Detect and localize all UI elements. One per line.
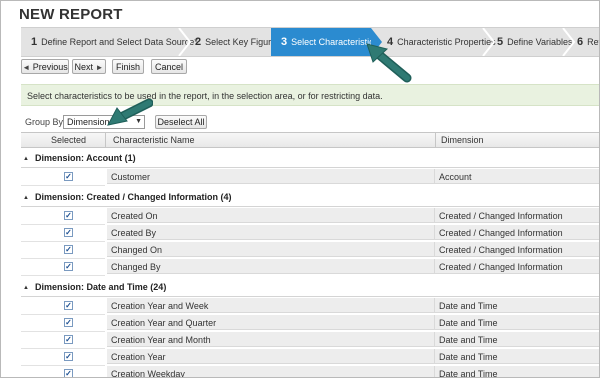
table-row[interactable]: ✓ Changed By Created / Changed Informati… — [21, 259, 599, 276]
characteristic-name: Created On — [107, 208, 435, 223]
wizard-step-number: 2 — [195, 36, 202, 48]
deselect-all-button[interactable]: Deselect All — [155, 115, 207, 129]
group-by-select[interactable]: Dimension ▼ — [63, 115, 145, 129]
select-cell: ✓ — [21, 169, 105, 186]
select-cell: ✓ — [21, 242, 105, 259]
arrow-left-icon: ◄ — [22, 63, 31, 72]
wizard-step-5[interactable]: 5 Define Variables — [487, 28, 573, 56]
group-header-created-changed[interactable]: ▲ Dimension: Created / Changed Informatio… — [21, 189, 599, 207]
characteristic-name: Created By — [107, 225, 435, 240]
table-row[interactable]: ✓ Creation Year Date and Time — [21, 349, 599, 366]
group-header-account[interactable]: ▲ Dimension: Account (1) — [21, 150, 599, 168]
group-header-date-time[interactable]: ▲ Dimension: Date and Time (24) — [21, 279, 599, 297]
column-header-name[interactable]: Characteristic Name — [113, 133, 195, 147]
wizard-step-label: Revi — [587, 37, 599, 47]
characteristic-name: Creation Year and Month — [107, 332, 435, 347]
wizard-step-number: 4 — [387, 36, 394, 48]
column-divider — [435, 133, 436, 147]
group-by-value: Dimension — [67, 117, 110, 127]
dimension-cell: Date and Time — [435, 332, 599, 347]
wizard-step-6[interactable]: 6Revi — [567, 28, 599, 56]
dimension-cell: Date and Time — [435, 315, 599, 330]
dimension-cell: Date and Time — [435, 298, 599, 313]
wizard-step-3-active[interactable]: 3 Select Characteristics — [271, 28, 378, 56]
dimension-cell: Created / Changed Information — [435, 259, 599, 274]
wizard-step-number: 1 — [31, 36, 38, 48]
dimension-cell: Account — [435, 169, 599, 184]
previous-button[interactable]: ◄ Previous — [21, 59, 69, 74]
row-checkbox[interactable]: ✓ — [64, 352, 73, 361]
info-message: Select characteristics to be used in the… — [21, 84, 599, 106]
wizard-step-number: 3 — [281, 36, 288, 48]
row-checkbox[interactable]: ✓ — [64, 245, 73, 254]
column-header-selected[interactable]: Selected — [51, 133, 86, 147]
select-cell: ✓ — [21, 208, 105, 225]
wizard-step-label: Define Report and Select Data Source* — [41, 37, 198, 47]
wizard-step-number: 6 — [577, 36, 584, 48]
row-checkbox[interactable]: ✓ — [64, 369, 73, 377]
table-row[interactable]: ✓ Changed On Created / Changed Informati… — [21, 242, 599, 259]
row-checkbox[interactable]: ✓ — [64, 228, 73, 237]
table-row[interactable]: ✓ Creation Year and Month Date and Time — [21, 332, 599, 349]
finish-button[interactable]: Finish — [112, 59, 144, 74]
wizard-step-1[interactable]: 1 Define Report and Select Data Source* — [21, 28, 198, 56]
table-row[interactable]: ✓ Created On Created / Changed Informati… — [21, 208, 599, 225]
characteristic-name: Creation Year — [107, 349, 435, 364]
wizard-step-number: 5 — [497, 36, 504, 48]
group-by-label: Group By — [25, 117, 64, 127]
row-checkbox[interactable]: ✓ — [64, 211, 73, 220]
group-by-bar: Group By Dimension ▼ Deselect All — [21, 114, 599, 132]
table-row[interactable]: ✓ Customer Account — [21, 169, 599, 186]
row-checkbox[interactable]: ✓ — [64, 262, 73, 271]
select-cell: ✓ — [21, 366, 105, 377]
select-cell: ✓ — [21, 315, 105, 332]
dimension-cell: Date and Time — [435, 349, 599, 364]
wizard-steps: 1 Define Report and Select Data Source* 2… — [21, 27, 599, 57]
column-divider — [105, 133, 106, 147]
collapse-triangle-icon[interactable]: ▲ — [23, 156, 29, 162]
row-checkbox[interactable]: ✓ — [64, 335, 73, 344]
table-header: Selected Characteristic Name Dimension — [21, 132, 599, 148]
report-wizard-window: NEW REPORT 1 Define Report and Select Dat… — [0, 0, 600, 378]
table-row[interactable]: ✓ Creation Year and Quarter Date and Tim… — [21, 315, 599, 332]
wizard-step-label: Select Characteristics — [291, 37, 379, 47]
select-cell: ✓ — [21, 225, 105, 242]
select-cell: ✓ — [21, 332, 105, 349]
dimension-cell: Created / Changed Information — [435, 208, 599, 223]
table-row[interactable]: ✓ Creation Year and Week Date and Time — [21, 298, 599, 315]
wizard-step-label: Characteristic Properties — [397, 37, 496, 47]
collapse-triangle-icon[interactable]: ▲ — [23, 195, 29, 201]
select-cell: ✓ — [21, 259, 105, 276]
dimension-cell: Date and Time — [435, 366, 599, 377]
characteristic-name: Changed By — [107, 259, 435, 274]
table-row[interactable]: ✓ Creation Weekday Date and Time — [21, 366, 599, 377]
column-header-dimension[interactable]: Dimension — [441, 133, 484, 147]
characteristic-name: Creation Year and Quarter — [107, 315, 435, 330]
characteristic-name: Customer — [107, 169, 435, 184]
wizard-step-label: Select Key Figures — [205, 37, 281, 47]
wizard-step-4[interactable]: 4 Characteristic Properties — [377, 28, 496, 56]
characteristic-name: Creation Year and Week — [107, 298, 435, 313]
row-checkbox[interactable]: ✓ — [64, 318, 73, 327]
table-row[interactable]: ✓ Created By Created / Changed Informati… — [21, 225, 599, 242]
select-cell: ✓ — [21, 349, 105, 366]
characteristic-name: Creation Weekday — [107, 366, 435, 377]
row-checkbox[interactable]: ✓ — [64, 301, 73, 310]
row-checkbox[interactable]: ✓ — [64, 172, 73, 181]
cancel-button[interactable]: Cancel — [151, 59, 187, 74]
characteristic-name: Changed On — [107, 242, 435, 257]
wizard-step-2[interactable]: 2 Select Key Figures — [185, 28, 281, 56]
select-cell: ✓ — [21, 298, 105, 315]
chevron-down-icon: ▼ — [135, 118, 142, 125]
arrow-right-icon: ► — [95, 63, 104, 72]
page-title: NEW REPORT — [19, 6, 123, 23]
collapse-triangle-icon[interactable]: ▲ — [23, 285, 29, 291]
dimension-cell: Created / Changed Information — [435, 242, 599, 257]
next-button[interactable]: Next ► — [72, 59, 106, 74]
dimension-cell: Created / Changed Information — [435, 225, 599, 240]
